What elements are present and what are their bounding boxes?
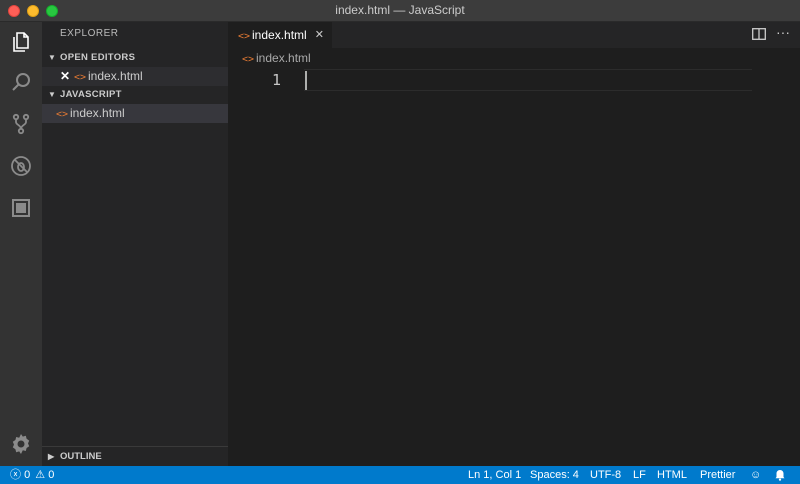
line-ending[interactable]: LF	[633, 466, 646, 484]
explorer-sidebar: EXPLORER ▼ OPEN EDITORS ✕ <> index.html ▼ JA…	[42, 22, 228, 466]
file-tree-item[interactable]: <> index.html	[42, 104, 228, 123]
search-icon[interactable]	[0, 62, 42, 102]
gear-icon[interactable]	[0, 424, 42, 464]
folder-section-header[interactable]: ▼ JAVASCRIPT	[42, 86, 228, 104]
current-line-highlight	[304, 69, 752, 91]
open-editor-label: index.html	[88, 69, 143, 83]
explorer-header: EXPLORER	[60, 28, 119, 39]
split-editor-icon[interactable]	[752, 28, 766, 40]
open-editors-title: OPEN EDITORS	[60, 52, 136, 63]
title-bar: index.html — JavaScript	[0, 0, 800, 22]
status-bar: ⓧ 0 ⚠ 0 Ln 1, Col 1 Spaces: 4 UTF-8 LF H…	[0, 466, 800, 484]
tab-label: index.html	[252, 28, 307, 42]
more-actions-icon[interactable]: ···	[776, 24, 790, 40]
html-file-icon: <>	[56, 109, 69, 120]
notifications-bell-icon[interactable]	[774, 466, 786, 484]
problems-indicator[interactable]: ⓧ 0 ⚠ 0	[10, 466, 54, 484]
tab-index-html[interactable]: <> index.html ✕	[228, 22, 332, 48]
feedback-smiley-icon[interactable]: ☺	[750, 466, 761, 484]
tab-close-icon[interactable]: ✕	[315, 22, 324, 48]
cursor-position[interactable]: Ln 1, Col 1	[468, 466, 521, 484]
warning-icon: ⚠	[35, 469, 46, 481]
warning-count: 0	[48, 469, 55, 481]
activity-bar	[0, 22, 42, 466]
files-icon[interactable]	[0, 22, 42, 62]
close-icon[interactable]: ✕	[60, 67, 74, 86]
extensions-icon[interactable]	[0, 188, 42, 228]
html-file-icon: <>	[242, 54, 255, 65]
outline-section-header[interactable]: ▶ OUTLINE	[42, 446, 228, 466]
editor-area: <> index.html ✕ ··· <> index.html 1	[228, 22, 800, 466]
chevron-down-icon: ▼	[48, 53, 57, 62]
breadcrumb-label: index.html	[256, 51, 311, 65]
language-mode[interactable]: HTML	[657, 466, 687, 484]
chevron-down-icon: ▼	[48, 90, 57, 99]
open-editor-item[interactable]: ✕ <> index.html	[42, 67, 228, 86]
window-title: index.html — JavaScript	[335, 3, 465, 17]
text-cursor	[305, 71, 307, 90]
error-count: 0	[24, 469, 31, 481]
file-tree-label: index.html	[70, 106, 125, 120]
html-file-icon: <>	[74, 72, 87, 83]
source-control-icon[interactable]	[0, 104, 42, 144]
indentation[interactable]: Spaces: 4	[530, 466, 579, 484]
line-number: 1	[272, 71, 282, 89]
breadcrumb[interactable]: <> index.html	[242, 50, 311, 66]
html-file-icon: <>	[238, 31, 251, 42]
debug-icon[interactable]	[0, 146, 42, 186]
folder-title: JAVASCRIPT	[60, 89, 122, 100]
formatter[interactable]: Prettier	[700, 466, 735, 484]
error-icon: ⓧ	[10, 469, 21, 481]
encoding[interactable]: UTF-8	[590, 466, 621, 484]
open-editors-section-header[interactable]: ▼ OPEN EDITORS	[42, 49, 228, 67]
tab-bar: <> index.html ✕ ···	[228, 22, 800, 48]
chevron-right-icon: ▶	[48, 452, 55, 461]
outline-title: OUTLINE	[60, 451, 102, 462]
